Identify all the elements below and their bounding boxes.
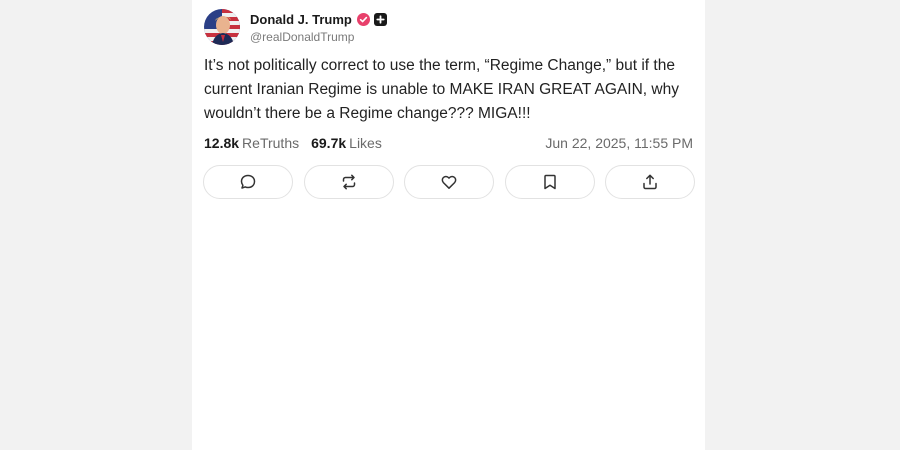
page: Donald J. Trump @realDonaldTrump It’s no…	[0, 0, 900, 450]
author-name-row: Donald J. Trump	[250, 11, 387, 29]
avatar-image	[204, 9, 240, 45]
post-body-text: It’s not politically correct to use the …	[204, 57, 679, 122]
verified-badge-icon	[356, 13, 370, 26]
reply-button[interactable]	[203, 165, 293, 199]
bookmark-button[interactable]	[504, 165, 595, 199]
post-stats: 12.8k ReTruths 69.7k Likes Jun 22, 2025,…	[204, 134, 693, 152]
retruths-label: ReTruths	[242, 135, 300, 151]
share-icon	[643, 174, 657, 190]
retruth-icon	[342, 174, 355, 190]
post-header: Donald J. Trump @realDonaldTrump	[204, 9, 387, 45]
likes-label: Likes	[349, 135, 382, 151]
post-actions	[203, 165, 695, 199]
like-icon	[441, 175, 457, 189]
retruths-stat[interactable]: 12.8k ReTruths	[204, 135, 299, 151]
post-timestamp[interactable]: Jun 22, 2025, 11:55 PM	[545, 135, 693, 151]
bookmark-icon	[543, 174, 556, 190]
post-card: Donald J. Trump @realDonaldTrump It’s no…	[192, 0, 705, 450]
share-button[interactable]	[605, 165, 695, 199]
likes-count: 69.7k	[311, 135, 347, 151]
plus-badge-icon	[373, 13, 387, 26]
avatar[interactable]	[204, 9, 240, 45]
author-handle[interactable]: @realDonaldTrump	[250, 30, 387, 44]
author-info: Donald J. Trump @realDonaldTrump	[250, 11, 387, 44]
retruths-count: 12.8k	[204, 135, 240, 151]
retruth-button[interactable]	[303, 165, 394, 199]
author-display-name[interactable]: Donald J. Trump	[250, 12, 352, 27]
likes-stat[interactable]: 69.7k Likes	[311, 135, 382, 151]
reply-icon	[240, 174, 256, 189]
like-button[interactable]	[404, 165, 494, 199]
